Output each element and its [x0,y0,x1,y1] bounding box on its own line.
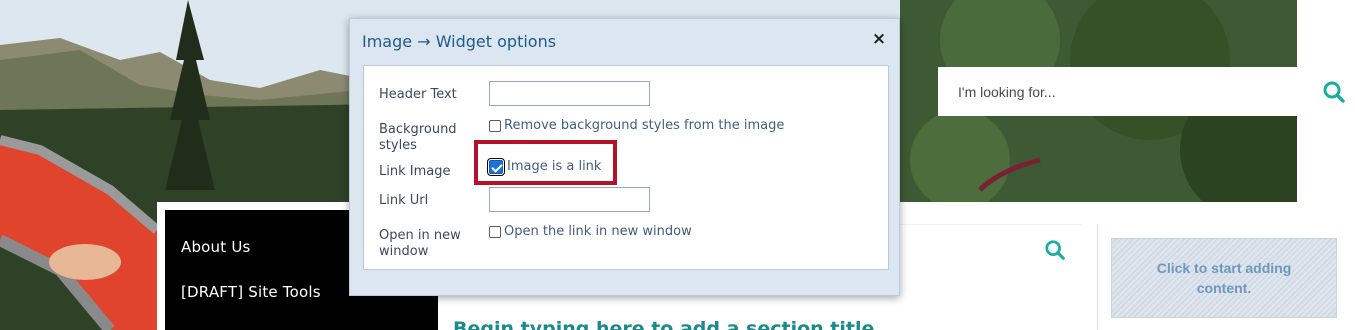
link-url-label: Link Url [379,193,429,208]
remove-background-checkbox-row[interactable]: Remove background styles from the image [489,118,784,133]
link-url-field[interactable] [489,187,650,212]
site-search-bar[interactable]: I'm looking for... [938,67,1355,116]
remove-background-checkbox-label[interactable]: Remove background styles from the image [504,118,784,133]
search-input[interactable]: I'm looking for... [938,84,1355,100]
image-is-link-checkbox-row[interactable]: Image is a link [487,158,601,176]
open-new-window-checkbox[interactable] [489,226,501,238]
nav-item-site-tools[interactable]: [DRAFT] Site Tools [181,283,321,301]
header-text-label: Header Text [379,87,457,102]
dialog-body: Header Text Background styles Remove bac… [363,65,889,270]
column-divider [1097,224,1098,330]
image-is-link-checkbox[interactable] [487,158,505,176]
header-text-field[interactable] [489,81,650,106]
close-icon[interactable]: × [870,30,888,48]
open-new-window-checkbox-row[interactable]: Open the link in new window [489,224,692,239]
open-new-window-checkbox-label[interactable]: Open the link in new window [504,224,692,239]
remove-background-checkbox[interactable] [489,120,501,132]
background-styles-label: Background styles [379,122,457,153]
dialog-title: Image → Widget options [362,32,557,51]
nav-item-about-us[interactable]: About Us [181,238,251,256]
search-icon[interactable] [1322,80,1346,104]
search-icon[interactable] [1044,239,1066,261]
link-image-label: Link Image [379,164,451,179]
widget-options-dialog: Image → Widget options × Header Text Bac… [349,18,900,296]
section-title-placeholder[interactable]: Begin typing here to add a section title [453,318,874,330]
open-new-window-label: Open in new window [379,228,461,259]
image-is-link-checkbox-label[interactable]: Image is a link [507,159,601,174]
add-content-placeholder[interactable]: Click to start adding content. [1111,238,1337,318]
